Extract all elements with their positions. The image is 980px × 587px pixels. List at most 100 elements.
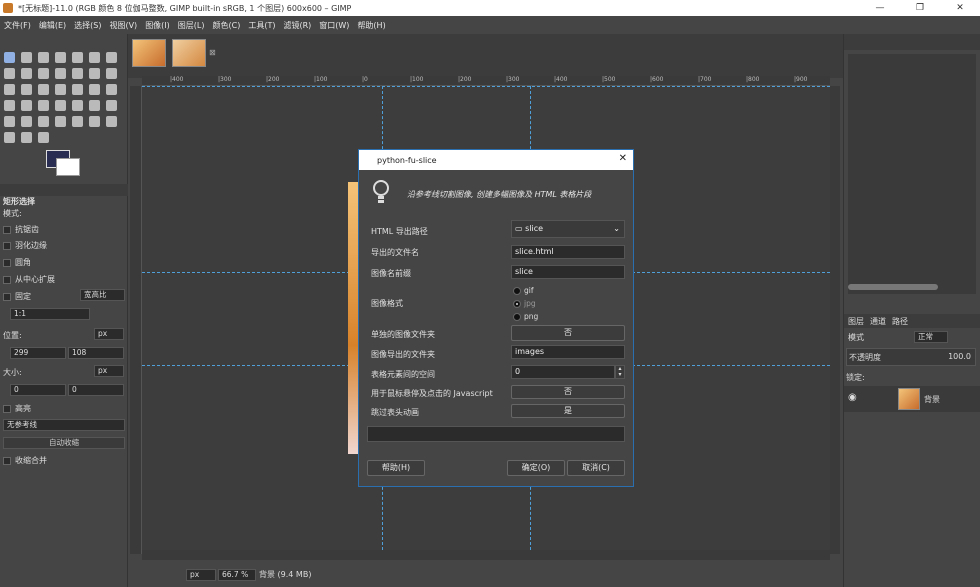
rounded-row[interactable]: 圆角 — [3, 257, 31, 268]
shrink-merged-checkbox[interactable] — [3, 456, 11, 465]
image-tab-1[interactable] — [132, 39, 166, 67]
ok-button[interactable]: 确定(O) — [507, 460, 565, 476]
guides-select[interactable]: 无参考线 — [3, 419, 125, 431]
close-tab-icon[interactable]: ⊠ — [209, 48, 216, 57]
gradient-tool-icon[interactable] — [72, 100, 83, 111]
unified-transform-tool-icon[interactable] — [4, 84, 15, 95]
unit-select[interactable]: px — [186, 568, 216, 581]
auto-shrink-button[interactable]: 自动收缩 — [3, 437, 125, 449]
javascript-toggle[interactable]: 否 — [511, 385, 625, 399]
expand-center-row[interactable]: 从中心扩展 — [3, 274, 55, 285]
vertical-scrollbar[interactable] — [830, 86, 840, 554]
move-tool-icon[interactable] — [72, 68, 83, 79]
flip-tool-icon[interactable] — [106, 84, 117, 95]
menu-edit[interactable]: 编辑(E) — [35, 20, 70, 31]
text-tool-icon[interactable] — [38, 100, 49, 111]
fixed-mode-select[interactable]: 宽高比 — [80, 289, 125, 301]
highlight-row[interactable]: 高亮 — [3, 403, 31, 414]
scale-tool-icon[interactable] — [38, 84, 49, 95]
menu-tools[interactable]: 工具(T) — [244, 20, 279, 31]
layer-row[interactable]: ◉ 背景 — [844, 386, 980, 412]
spacing-input[interactable]: 0 — [511, 365, 615, 379]
blur-tool-icon[interactable] — [4, 132, 15, 143]
menu-filters[interactable]: 滤镜(R) — [279, 20, 315, 31]
html-path-select[interactable]: ▭ slice ⌄ — [511, 220, 625, 238]
size-unit-select[interactable]: px — [94, 365, 124, 377]
3d-transform-tool-icon[interactable] — [89, 84, 100, 95]
position-x-input[interactable]: 299 — [10, 347, 66, 359]
menu-view[interactable]: 视图(V) — [105, 20, 141, 31]
menu-select[interactable]: 选择(S) — [70, 20, 105, 31]
feather-checkbox[interactable] — [3, 241, 11, 250]
tab-layers[interactable]: 图层 — [848, 316, 864, 327]
horizontal-scrollbar[interactable] — [142, 550, 830, 560]
skip-animation-toggle[interactable]: 是 — [511, 404, 625, 418]
minimize-button[interactable]: — — [860, 0, 900, 16]
heal-tool-icon[interactable] — [89, 116, 100, 127]
zoom-tool-icon[interactable] — [38, 68, 49, 79]
menu-help[interactable]: 帮助(H) — [353, 20, 389, 31]
visibility-eye-icon[interactable]: ◉ — [848, 392, 857, 403]
tab-paths[interactable]: 路径 — [892, 316, 908, 327]
help-button[interactable]: 帮助(H) — [367, 460, 425, 476]
eraser-tool-icon[interactable] — [4, 116, 15, 127]
measure-tool-icon[interactable] — [55, 68, 66, 79]
airbrush-tool-icon[interactable] — [21, 116, 32, 127]
perspective-tool-icon[interactable] — [72, 84, 83, 95]
antialias-checkbox[interactable] — [3, 225, 11, 234]
clone-tool-icon[interactable] — [72, 116, 83, 127]
menu-layer[interactable]: 图层(L) — [174, 20, 209, 31]
dialog-close-icon[interactable]: ✕ — [619, 153, 627, 164]
align-tool-icon[interactable] — [89, 68, 100, 79]
menu-image[interactable]: 图像(I) — [141, 20, 174, 31]
warp-tool-icon[interactable] — [21, 100, 32, 111]
paths-tool-icon[interactable] — [4, 68, 15, 79]
menu-colors[interactable]: 颜色(C) — [209, 20, 245, 31]
scissors-tool-icon[interactable] — [89, 52, 100, 63]
crop2-tool-icon[interactable] — [106, 68, 117, 79]
background-color-swatch[interactable] — [56, 158, 80, 176]
close-window-button[interactable]: ✕ — [940, 0, 980, 16]
menu-file[interactable]: 文件(F) — [0, 20, 35, 31]
prefix-input[interactable]: slice — [511, 265, 625, 279]
layer-mode-select[interactable]: 正常 — [914, 331, 948, 343]
size-w-input[interactable]: 0 — [10, 384, 66, 396]
spacing-stepper[interactable]: ▴ ▾ — [615, 365, 625, 379]
fixed-row[interactable]: 固定 — [3, 291, 31, 302]
paintbrush-tool-icon[interactable] — [106, 100, 117, 111]
maximize-button[interactable]: ❐ — [900, 0, 940, 16]
format-gif-radio[interactable]: gif — [513, 286, 534, 295]
mypaint-brush-tool-icon[interactable] — [55, 116, 66, 127]
rect-select-tool-icon[interactable] — [4, 52, 15, 63]
pencil-tool-icon[interactable] — [89, 100, 100, 111]
rotate-tool-icon[interactable] — [21, 84, 32, 95]
filename-input[interactable]: slice.html — [511, 245, 625, 259]
feather-row[interactable]: 羽化边缘 — [3, 240, 47, 251]
highlight-checkbox[interactable] — [3, 404, 11, 413]
zoom-select[interactable]: 66.7 % — [218, 568, 256, 581]
format-png-radio[interactable]: png — [513, 312, 538, 321]
foreground-select-tool-icon[interactable] — [106, 52, 117, 63]
position-unit-select[interactable]: px — [94, 328, 124, 340]
position-y-input[interactable]: 108 — [68, 347, 124, 359]
ink-tool-icon[interactable] — [38, 116, 49, 127]
panel-scrollbar[interactable] — [848, 284, 938, 290]
antialias-row[interactable]: 抗锯齿 — [3, 224, 39, 235]
image-tab-2[interactable] — [172, 39, 206, 67]
smudge-tool-icon[interactable] — [21, 132, 32, 143]
size-h-input[interactable]: 0 — [68, 384, 124, 396]
bucket-fill-tool-icon[interactable] — [55, 100, 66, 111]
fuzzy-select-tool-icon[interactable] — [55, 52, 66, 63]
separate-folder-toggle[interactable]: 否 — [511, 325, 625, 341]
menu-windows[interactable]: 窗口(W) — [315, 20, 353, 31]
image-folder-input[interactable]: images — [511, 345, 625, 359]
crop-tool-icon[interactable] — [72, 52, 83, 63]
fixed-checkbox[interactable] — [3, 292, 11, 301]
format-jpg-radio[interactable]: jpg — [513, 299, 536, 308]
shear-tool-icon[interactable] — [55, 84, 66, 95]
opacity-slider[interactable]: 不透明度 100.0 — [846, 348, 976, 366]
dodge-burn-tool-icon[interactable] — [38, 132, 49, 143]
cancel-button[interactable]: 取消(C) — [567, 460, 625, 476]
ellipse-select-tool-icon[interactable] — [21, 52, 32, 63]
color-picker-tool-icon[interactable] — [21, 68, 32, 79]
